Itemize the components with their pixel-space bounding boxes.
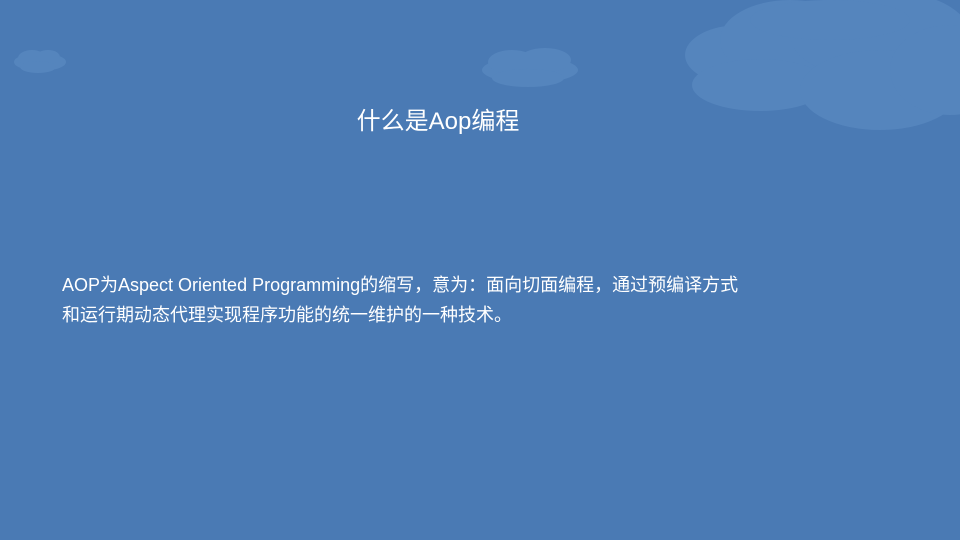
slide-body: AOP为Aspect Oriented Programming的缩写，意为：面向…	[62, 270, 902, 330]
small-cloud-middle	[482, 48, 578, 87]
body-line: AOP为Aspect Oriented Programming的缩写，意为：面向…	[62, 275, 739, 295]
small-cloud-left	[14, 50, 66, 73]
body-line: 和运行期动态代理实现程序功能的统一维护的一种技术。	[62, 305, 512, 325]
slide: 什么是Aop编程 AOP为Aspect Oriented Programming…	[0, 0, 960, 540]
slide-title: 什么是Aop编程	[356, 108, 520, 135]
